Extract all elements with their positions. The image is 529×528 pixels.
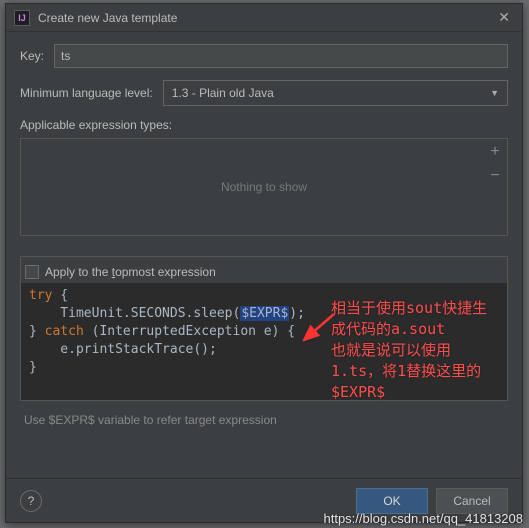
- template-code-editor[interactable]: try { TimeUnit.SECONDS.sleep($EXPR$); } …: [20, 283, 508, 401]
- level-select[interactable]: 1.3 - Plain old Java ▼: [163, 80, 508, 106]
- dialog-content: Key: ts Minimum language level: 1.3 - Pl…: [6, 32, 522, 439]
- topmost-row: Apply to the topmost expression: [20, 256, 508, 283]
- help-button[interactable]: ?: [20, 490, 42, 512]
- code-text: e.printStackTrace();: [29, 342, 217, 357]
- types-label: Applicable expression types:: [20, 118, 508, 132]
- level-row: Minimum language level: 1.3 - Plain old …: [20, 80, 508, 106]
- ok-button[interactable]: OK: [356, 488, 428, 514]
- cancel-button-label: Cancel: [453, 494, 490, 508]
- key-row: Key: ts: [20, 44, 508, 68]
- code-text: {: [52, 288, 68, 303]
- ok-button-label: OK: [383, 494, 400, 508]
- code-text: );: [289, 306, 305, 321]
- code-text: }: [29, 324, 45, 339]
- topmost-checkbox[interactable]: [25, 265, 39, 279]
- listbox-controls: + −: [487, 143, 503, 185]
- code-text: }: [29, 360, 37, 375]
- code-text: (InterruptedException e) {: [84, 324, 295, 339]
- key-label: Key:: [20, 49, 44, 63]
- chevron-down-icon: ▼: [490, 88, 499, 98]
- key-input[interactable]: ts: [54, 44, 508, 68]
- level-select-value: 1.3 - Plain old Java: [172, 86, 274, 100]
- dialog-title: Create new Java template: [38, 11, 494, 25]
- hint-text: Use $EXPR$ variable to refer target expr…: [20, 401, 508, 439]
- remove-icon[interactable]: −: [487, 167, 503, 185]
- key-input-value: ts: [61, 49, 70, 63]
- types-listbox[interactable]: Nothing to show + −: [20, 138, 508, 236]
- types-placeholder: Nothing to show: [221, 180, 307, 194]
- code-kw: try: [29, 288, 52, 303]
- app-icon: IJ: [14, 10, 30, 26]
- add-icon[interactable]: +: [487, 143, 503, 161]
- code-kw: catch: [45, 324, 84, 339]
- level-label: Minimum language level:: [20, 86, 153, 100]
- watermark: https://blog.csdn.net/qq_41813208: [324, 511, 524, 526]
- dialog: IJ Create new Java template ✕ Key: ts Mi…: [5, 3, 523, 523]
- titlebar: IJ Create new Java template ✕: [6, 4, 522, 32]
- cancel-button[interactable]: Cancel: [436, 488, 508, 514]
- code-text: TimeUnit.SECONDS.sleep(: [29, 306, 240, 321]
- code-var-expr: $EXPR$: [240, 306, 289, 321]
- close-icon[interactable]: ✕: [494, 9, 514, 26]
- topmost-label: Apply to the topmost expression: [45, 265, 216, 279]
